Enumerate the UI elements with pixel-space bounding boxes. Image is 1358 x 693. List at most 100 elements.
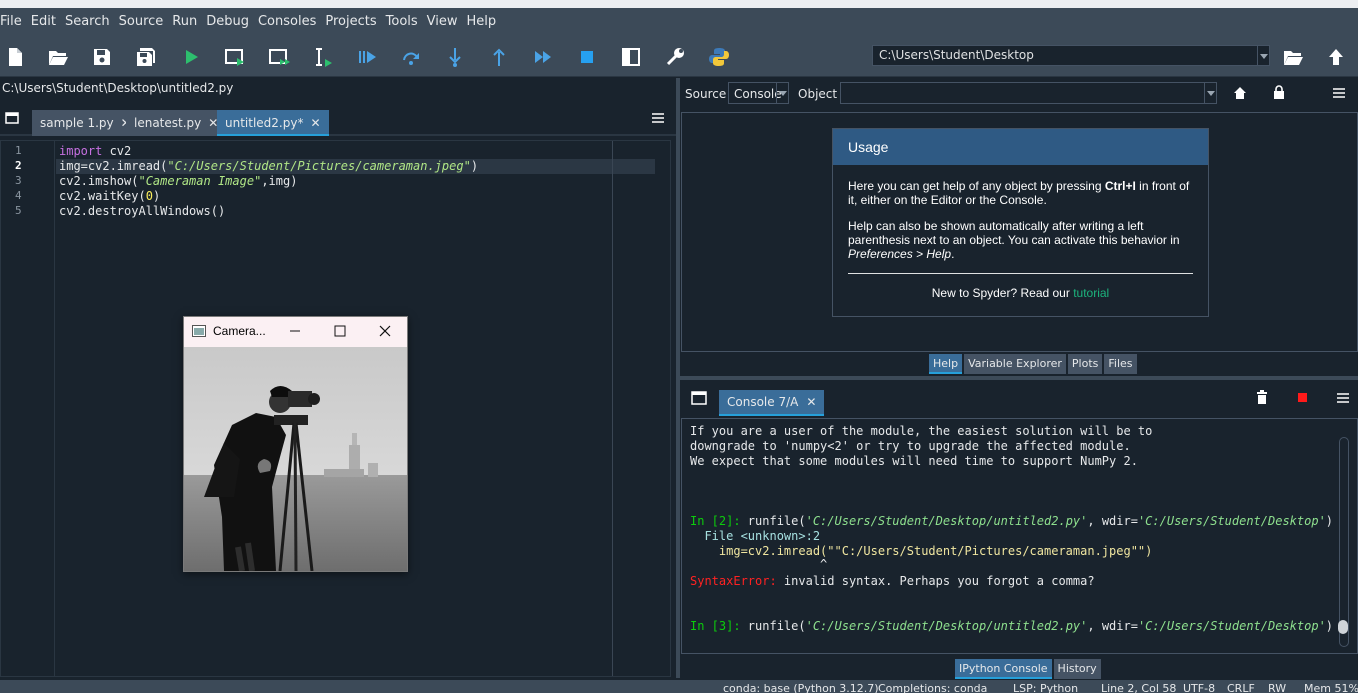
code-line-1: import cv2	[59, 144, 132, 158]
ipython-console[interactable]: If you are a user of the module, the eas…	[681, 418, 1358, 654]
tab-variable-explorer[interactable]: Variable Explorer	[964, 354, 1066, 374]
continue-icon[interactable]	[530, 44, 556, 70]
menu-view[interactable]: View	[427, 14, 463, 29]
close-icon[interactable]	[378, 323, 392, 339]
working-directory-value: C:\Users\Student\Desktop	[879, 48, 1034, 62]
usage-panel: Usage Here you can get help of any objec…	[832, 128, 1209, 317]
console-error-code: img=cv2.imread(""C:/Users/Student/Pictur…	[690, 544, 1153, 558]
status-bar: conda: base (Python 3.12.7) Completions:…	[0, 680, 1358, 693]
usage-paragraph-3: New to Spyder? Read our tutorial	[931, 286, 1110, 300]
minimize-icon[interactable]	[288, 323, 302, 339]
menu-tools[interactable]: Tools	[386, 14, 423, 29]
trash-icon[interactable]	[1256, 390, 1268, 405]
menu-debug[interactable]: Debug	[206, 14, 254, 29]
step-return-icon[interactable]	[486, 44, 512, 70]
menu-help[interactable]: Help	[467, 14, 502, 29]
tab-plots[interactable]: Plots	[1067, 354, 1103, 374]
console-line: If you are a user of the module, the eas…	[690, 424, 1153, 438]
code-line-5: cv2.destroyAllWindows()	[59, 204, 226, 218]
browse-tabs-icon[interactable]	[691, 391, 707, 405]
object-label: Object	[798, 87, 838, 101]
chevron-down-icon[interactable]	[1257, 46, 1269, 65]
browse-dir-icon[interactable]	[1280, 44, 1306, 70]
options-menu-icon[interactable]	[1336, 391, 1350, 405]
interrupt-kernel-icon[interactable]	[1298, 393, 1307, 402]
status-conda[interactable]: conda: base (Python 3.12.7)	[723, 682, 879, 693]
tab-label: Console 7/A	[727, 395, 799, 409]
image-window-title: Camera...	[213, 324, 266, 338]
python-path-icon[interactable]	[706, 44, 732, 70]
save-icon[interactable]	[89, 44, 115, 70]
menu-file[interactable]: File	[0, 14, 27, 29]
line-number: 3	[15, 174, 22, 187]
open-file-icon[interactable]	[45, 44, 71, 70]
stop-icon[interactable]	[574, 44, 600, 70]
object-input[interactable]	[840, 82, 1217, 104]
options-menu-icon[interactable]	[1332, 86, 1346, 100]
step-icon[interactable]	[398, 44, 424, 70]
run-cell-icon[interactable]	[222, 44, 248, 70]
debug-icon[interactable]	[354, 44, 380, 70]
usage-body: Here you can get help of any object by p…	[833, 165, 1208, 300]
maximize-pane-icon[interactable]	[618, 44, 644, 70]
menu-consoles[interactable]: Consoles	[258, 14, 321, 29]
menu-projects[interactable]: Projects	[325, 14, 381, 29]
cameraman-image	[184, 347, 407, 571]
usage-paragraph-2: Help can also be shown automatically aft…	[848, 219, 1180, 261]
image-window-titlebar[interactable]: Camera...	[184, 317, 407, 347]
menu-source[interactable]: Source	[119, 14, 169, 29]
tab-help[interactable]: Help	[929, 354, 963, 374]
run-icon[interactable]	[178, 44, 204, 70]
console-line: We expect that some modules will need ti…	[690, 454, 1138, 468]
new-file-icon[interactable]	[2, 44, 28, 70]
close-icon[interactable]: ✕	[310, 116, 320, 130]
menu-search[interactable]: Search	[65, 14, 115, 29]
preferences-icon[interactable]	[662, 44, 688, 70]
menu-run[interactable]: Run	[172, 14, 202, 29]
tab-sample-1[interactable]: sample 1.py✕	[32, 110, 139, 136]
image-window[interactable]: Camera...	[183, 316, 408, 572]
tab-console-7a[interactable]: Console 7/A ✕	[719, 390, 825, 416]
tab-history[interactable]: History	[1053, 659, 1101, 679]
lock-icon[interactable]	[1273, 85, 1285, 100]
usage-divider	[848, 273, 1193, 274]
step-into-icon[interactable]	[442, 44, 468, 70]
source-select[interactable]: Console	[728, 82, 789, 104]
menu-edit[interactable]: Edit	[31, 14, 61, 29]
tab-files[interactable]: Files	[1104, 354, 1137, 374]
maximize-icon[interactable]	[333, 323, 347, 339]
run-selection-icon[interactable]	[310, 44, 336, 70]
tab-untitled2[interactable]: untitled2.py* ✕	[217, 110, 329, 136]
console-syntax-error: SyntaxError: invalid syntax. Perhaps you…	[690, 574, 1095, 588]
tutorial-link[interactable]: tutorial	[1073, 286, 1109, 300]
options-menu-icon[interactable]	[650, 110, 666, 126]
console-scrollbar[interactable]	[1339, 437, 1349, 647]
close-icon[interactable]: ✕	[806, 395, 816, 409]
tab-ipython-console[interactable]: IPython Console	[955, 659, 1052, 679]
pane-splitter-vertical[interactable]	[676, 78, 680, 678]
main-toolbar: C:\Users\Student\Desktop	[0, 35, 1358, 77]
browse-tabs-icon[interactable]	[4, 110, 20, 126]
editor-tab-bar: sample 1.py✕ lenatest.py✕ untitled2.py* ✕	[0, 106, 676, 136]
line-number: 1	[15, 144, 22, 157]
console-scrollbar-thumb[interactable]	[1338, 620, 1348, 634]
source-select-value: Console	[734, 87, 782, 101]
tab-lenatest[interactable]: lenatest.py ✕	[126, 110, 227, 136]
status-completions[interactable]: Completions: conda	[878, 682, 987, 693]
status-lsp[interactable]: LSP: Python	[1013, 682, 1078, 693]
chevron-down-icon[interactable]	[776, 83, 788, 103]
run-cell-advance-icon[interactable]	[266, 44, 292, 70]
console-error-caret: ^	[690, 557, 828, 571]
console-traceback-file: File <unknown>:2	[690, 529, 821, 543]
working-directory-combo[interactable]: C:\Users\Student\Desktop	[872, 45, 1270, 66]
window-app-icon	[192, 325, 206, 337]
usage-paragraph-1: Here you can get help of any object by p…	[848, 179, 1190, 207]
window-title-strip	[0, 0, 1358, 8]
chevron-down-icon[interactable]	[1204, 83, 1216, 103]
home-icon[interactable]	[1233, 86, 1247, 100]
pane-splitter[interactable]	[680, 376, 1358, 380]
status-cursor-position: Line 2, Col 58	[1101, 682, 1177, 693]
parent-dir-icon[interactable]	[1323, 44, 1349, 70]
line-number-gutter: 1 2 3 4 5	[1, 141, 55, 676]
save-all-icon[interactable]	[133, 44, 159, 70]
